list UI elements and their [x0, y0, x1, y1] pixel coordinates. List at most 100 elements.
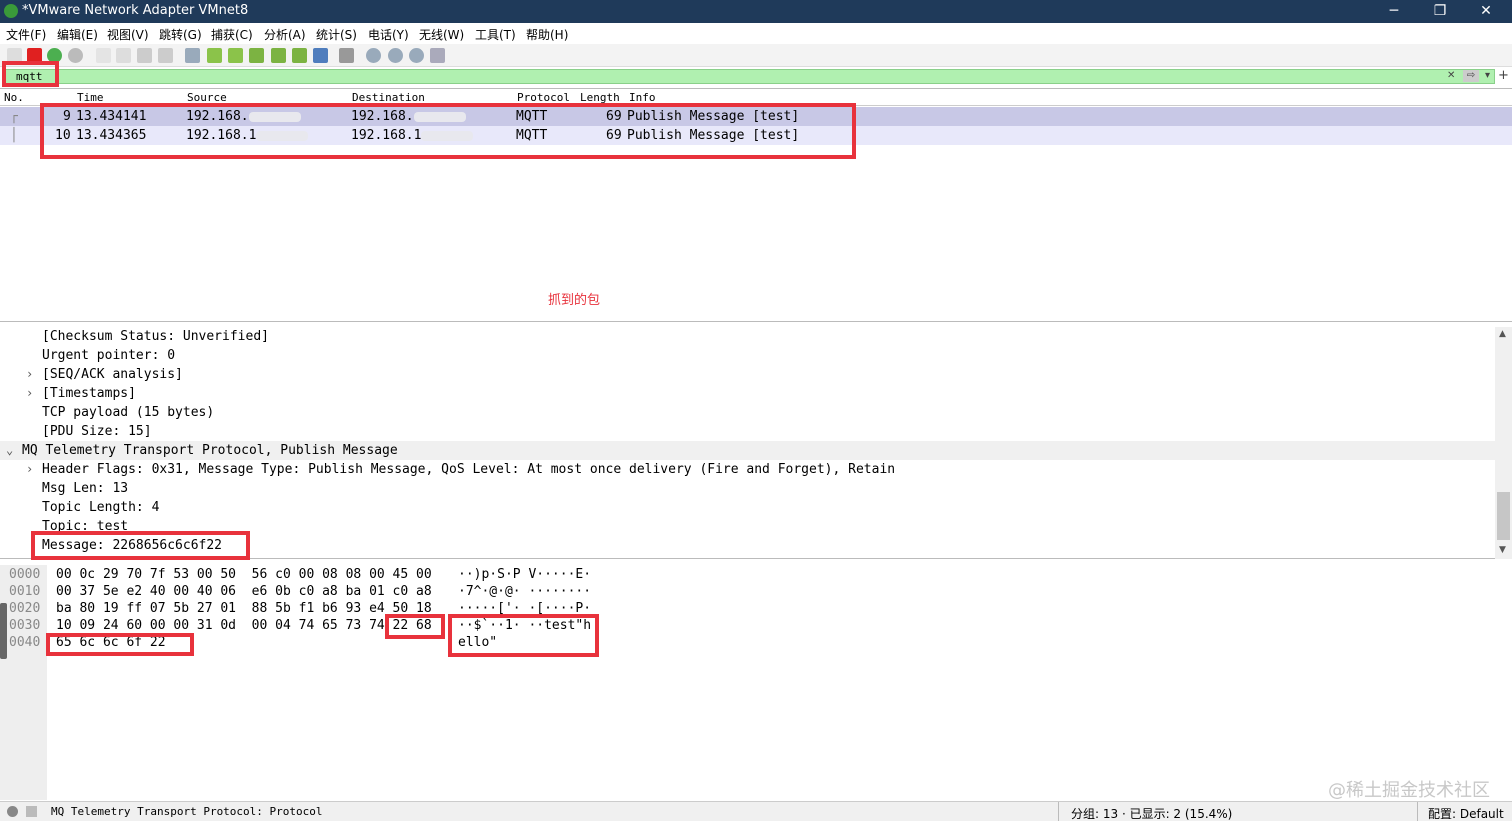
packets-highlight-box [40, 103, 856, 159]
go-back-icon[interactable] [207, 48, 222, 63]
detail-text: Topic Length: 4 [42, 500, 160, 515]
menu-analyze[interactable]: 分析(A) [264, 26, 306, 43]
packet-bytes-pane: 0000 00 0c 29 70 7f 53 00 50 56 c0 00 08 … [0, 565, 1512, 800]
detail-line[interactable]: TCP payload (15 bytes) [0, 403, 1495, 422]
detail-text: [SEQ/ACK analysis] [42, 367, 183, 382]
add-filter-button-icon[interactable]: + [1498, 69, 1509, 82]
detail-line[interactable]: [Checksum Status: Unverified] [0, 327, 1495, 346]
detail-line-mqtt[interactable]: ⌄ MQ Telemetry Transport Protocol, Publis… [0, 441, 1495, 460]
menu-capture[interactable]: 捕获(C) [211, 26, 253, 43]
menu-statistics[interactable]: 统计(S) [316, 26, 357, 43]
status-divider [1417, 802, 1418, 821]
column-header-no[interactable]: No. [4, 91, 24, 104]
capture-comment-icon[interactable] [26, 806, 37, 817]
byte-ascii: ·7^·@·@· ········ [458, 584, 592, 599]
status-profile[interactable]: 配置: Default [1428, 805, 1504, 821]
byte-offset: 0040 [9, 635, 41, 650]
detail-text: [Timestamps] [42, 386, 136, 401]
hex-highlight-box-1 [385, 614, 445, 639]
details-scrollbar[interactable]: ▲ ▼ [1495, 327, 1512, 559]
menu-edit[interactable]: 编辑(E) [57, 26, 98, 43]
close-button[interactable]: ✕ [1463, 0, 1509, 23]
detail-line[interactable]: › [SEQ/ACK analysis] [0, 365, 1495, 384]
detail-text: MQ Telemetry Transport Protocol, Publish… [22, 443, 398, 458]
menu-go[interactable]: 跳转(G) [159, 26, 202, 43]
title-bar: *VMware Network Adapter VMnet8 ─ ❐ ✕ [0, 0, 1512, 23]
main-toolbar [0, 44, 1512, 67]
filter-history-dropdown-icon[interactable]: ▾ [1485, 70, 1490, 82]
ascii-highlight-box [448, 614, 599, 657]
watermark-text: @稀土掘金技术社区 [1328, 780, 1490, 801]
detail-text: Header Flags: 0x31, Message Type: Publis… [42, 462, 896, 477]
save-file-icon[interactable] [116, 48, 131, 63]
minimize-button[interactable]: ─ [1371, 0, 1417, 23]
hex-highlight-box-2 [46, 633, 194, 656]
byte-hex: 00 0c 29 70 7f 53 00 50 56 c0 00 08 08 0… [56, 567, 432, 582]
reload-file-icon[interactable] [158, 48, 173, 63]
detail-line[interactable]: › [Timestamps] [0, 384, 1495, 403]
capture-options-icon[interactable] [68, 48, 83, 63]
go-forward-icon[interactable] [228, 48, 243, 63]
zoom-normal-icon[interactable] [409, 48, 424, 63]
menu-tools[interactable]: 工具(T) [475, 26, 516, 43]
status-bar: MQ Telemetry Transport Protocol: Protoco… [0, 801, 1512, 821]
captured-packets-annotation: 抓到的包 [548, 293, 601, 308]
menu-bar: 文件(F) 编辑(E) 视图(V) 跳转(G) 捕获(C) 分析(A) 统计(S… [0, 23, 1512, 44]
restore-button[interactable]: ❐ [1417, 0, 1463, 23]
byte-hex: 00 37 5e e2 40 00 40 06 e6 0b c0 a8 ba 0… [56, 584, 432, 599]
status-packets: 分组: 13 · 已显示: 2 (15.4%) [1071, 807, 1233, 821]
wireshark-icon [4, 4, 18, 18]
scroll-up-icon[interactable]: ▲ [1499, 329, 1506, 339]
detail-line[interactable]: Urgent pointer: 0 [0, 346, 1495, 365]
detail-text: TCP payload (15 bytes) [42, 405, 215, 420]
packet-details-pane: [Checksum Status: Unverified] Urgent poi… [0, 327, 1512, 559]
colorize-icon[interactable] [339, 48, 354, 63]
scrollbar-thumb[interactable] [1497, 492, 1510, 540]
apply-filter-icon[interactable]: ⇨ [1463, 70, 1479, 82]
find-packet-icon[interactable] [185, 48, 200, 63]
expand-chevron-icon[interactable]: › [26, 384, 33, 403]
related-packet-marker: ┌ [10, 109, 18, 124]
clear-filter-icon[interactable]: ✕ [1447, 70, 1455, 82]
filter-highlight-box [2, 61, 59, 87]
status-divider [1058, 802, 1059, 821]
menu-view[interactable]: 视图(V) [107, 26, 149, 43]
menu-file[interactable]: 文件(F) [6, 26, 46, 43]
byte-offset: 0010 [9, 584, 41, 599]
menu-help[interactable]: 帮助(H) [526, 26, 568, 43]
go-to-packet-icon[interactable] [249, 48, 264, 63]
go-first-icon[interactable] [271, 48, 286, 63]
open-file-icon[interactable] [96, 48, 111, 63]
expert-info-icon[interactable] [7, 806, 18, 817]
detail-line[interactable]: Msg Len: 13 [0, 479, 1495, 498]
byte-hex: ba 80 19 ff 07 5b 27 01 88 5b f1 b6 93 e… [56, 601, 432, 616]
menu-telephony[interactable]: 电话(Y) [368, 26, 409, 43]
zoom-in-icon[interactable] [366, 48, 381, 63]
detail-text: Msg Len: 13 [42, 481, 129, 496]
zoom-out-icon[interactable] [388, 48, 403, 63]
byte-offset: 0000 [9, 567, 41, 582]
scroll-down-icon[interactable]: ▼ [1499, 545, 1506, 555]
resize-columns-icon[interactable] [430, 48, 445, 63]
window-title: *VMware Network Adapter VMnet8 [22, 3, 249, 18]
detail-line[interactable]: Topic Length: 4 [0, 498, 1495, 517]
message-highlight-box [31, 531, 250, 560]
related-packet-marker: │ [10, 128, 18, 143]
autoscroll-icon[interactable] [313, 48, 328, 63]
detail-text: [PDU Size: 15] [42, 424, 152, 439]
display-filter-input[interactable]: mqtt [5, 69, 1495, 84]
menu-wireless[interactable]: 无线(W) [419, 26, 464, 43]
detail-line[interactable]: › Header Flags: 0x31, Message Type: Publi… [0, 460, 1495, 479]
go-last-icon[interactable] [292, 48, 307, 63]
close-file-icon[interactable] [137, 48, 152, 63]
detail-text: [Checksum Status: Unverified] [42, 329, 269, 344]
expand-chevron-icon[interactable]: › [26, 460, 33, 479]
expand-chevron-icon[interactable]: › [26, 365, 33, 384]
byte-offset: 0020 [9, 601, 41, 616]
display-filter-bar: mqtt ✕ ⇨ ▾ + [0, 67, 1512, 87]
pane-resize-handle[interactable] [0, 603, 7, 659]
detail-text: Urgent pointer: 0 [42, 348, 176, 363]
byte-hex: 10 09 24 60 00 00 31 0d 00 04 74 65 73 7… [56, 618, 432, 633]
collapse-chevron-icon[interactable]: ⌄ [6, 441, 13, 460]
detail-line[interactable]: [PDU Size: 15] [0, 422, 1495, 441]
